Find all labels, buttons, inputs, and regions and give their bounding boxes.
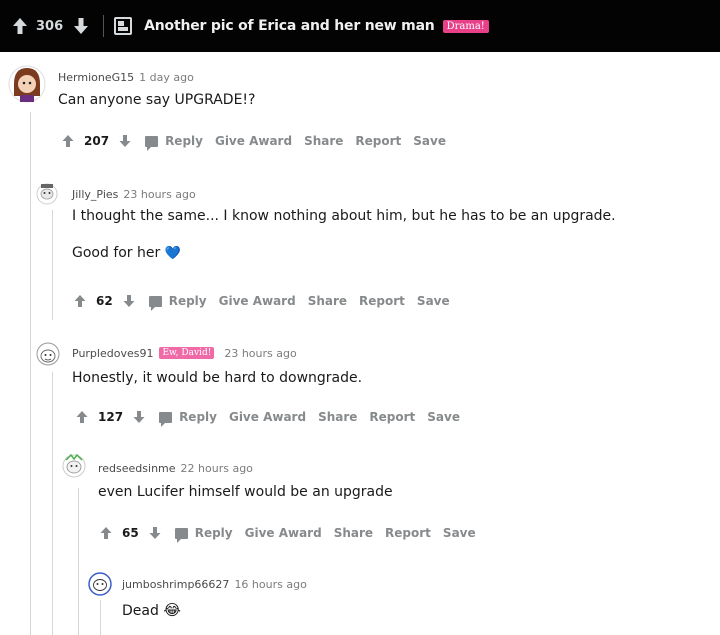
thread-line[interactable] bbox=[52, 372, 53, 635]
laughing-emoji: 😂 bbox=[163, 601, 181, 619]
upvote-icon[interactable] bbox=[74, 294, 86, 308]
thread-line[interactable] bbox=[30, 112, 31, 635]
divider bbox=[103, 15, 105, 37]
comment-icon bbox=[148, 295, 162, 311]
comment-actions: 65 Reply Give Award Share Report Save bbox=[100, 522, 476, 544]
save-button[interactable]: Save bbox=[427, 410, 460, 424]
image-post-icon bbox=[114, 17, 133, 35]
comment-body: I thought the same... I know nothing abo… bbox=[72, 208, 616, 224]
username[interactable]: redseedsinme bbox=[98, 462, 176, 475]
comment-icon bbox=[174, 527, 188, 543]
comment-actions: 207 Reply Give Award Share Report Save bbox=[62, 130, 446, 152]
downvote-icon[interactable] bbox=[73, 17, 89, 35]
thread-line[interactable] bbox=[52, 210, 53, 320]
downvote-icon[interactable] bbox=[123, 294, 135, 308]
upvote-icon[interactable] bbox=[100, 526, 112, 540]
give-award-button[interactable]: Give Award bbox=[229, 410, 306, 424]
blue-heart-emoji: 💙 bbox=[164, 245, 181, 261]
share-button[interactable]: Share bbox=[308, 294, 347, 308]
comment-body-line: Dead 😂 bbox=[122, 601, 307, 620]
reply-button[interactable]: Reply bbox=[145, 134, 203, 151]
save-button[interactable]: Save bbox=[413, 134, 446, 148]
comment: redseedsinme 22 hours ago even Lucifer h… bbox=[98, 457, 393, 501]
save-button[interactable]: Save bbox=[417, 294, 450, 308]
username[interactable]: Jilly_Pies bbox=[72, 188, 118, 201]
user-flair[interactable]: Ew, David! bbox=[159, 347, 215, 359]
comment-body: even Lucifer himself would be an upgrade bbox=[98, 484, 393, 500]
share-button[interactable]: Share bbox=[304, 134, 343, 148]
comment-icon bbox=[145, 135, 159, 151]
timestamp[interactable]: 22 hours ago bbox=[181, 462, 253, 475]
post-score: 306 bbox=[36, 18, 64, 34]
avatar[interactable] bbox=[8, 62, 46, 104]
post-vote-controls: 306 bbox=[12, 17, 89, 35]
downvote-icon[interactable] bbox=[133, 410, 145, 424]
comment-header: jumboshrimp66627 16 hours ago bbox=[122, 573, 307, 595]
report-button[interactable]: Report bbox=[385, 526, 431, 540]
report-button[interactable]: Report bbox=[359, 294, 405, 308]
avatar[interactable] bbox=[36, 342, 60, 366]
timestamp[interactable]: 16 hours ago bbox=[234, 578, 306, 591]
comment-body: Can anyone say UPGRADE!? bbox=[58, 92, 256, 108]
post-title[interactable]: Another pic of Erica and her new man bbox=[144, 18, 435, 34]
upvote-icon[interactable] bbox=[12, 17, 28, 35]
comment-body: Honestly, it would be hard to downgrade. bbox=[72, 370, 363, 386]
username[interactable]: jumboshrimp66627 bbox=[122, 578, 229, 591]
share-button[interactable]: Share bbox=[334, 526, 373, 540]
reply-label: Reply bbox=[168, 294, 207, 308]
give-award-button[interactable]: Give Award bbox=[219, 294, 296, 308]
reply-label: Reply bbox=[179, 410, 217, 424]
report-button[interactable]: Report bbox=[369, 410, 415, 424]
comment-header: Jilly_Pies 23 hours ago bbox=[72, 183, 616, 205]
comment: jumboshrimp66627 16 hours ago Dead 😂 bbox=[122, 573, 307, 620]
comment-header: Purpledoves91 Ew, David! 23 hours ago bbox=[72, 342, 362, 364]
downvote-icon[interactable] bbox=[119, 134, 131, 148]
avatar[interactable] bbox=[36, 181, 58, 205]
share-button[interactable]: Share bbox=[318, 410, 357, 424]
give-award-button[interactable]: Give Award bbox=[215, 134, 292, 148]
downvote-icon[interactable] bbox=[149, 526, 161, 540]
comment-score: 207 bbox=[84, 134, 110, 148]
avatar[interactable] bbox=[62, 452, 86, 478]
reply-label: Reply bbox=[194, 526, 233, 540]
comment-actions: 127 Reply Give Award Share Report Save bbox=[76, 406, 460, 428]
comment-icon bbox=[159, 411, 173, 427]
comment-actions: 62 Reply Give Award Share Report Save bbox=[74, 290, 450, 312]
timestamp[interactable]: 23 hours ago bbox=[224, 347, 296, 360]
post-header-bar: 306 Another pic of Erica and her new man… bbox=[0, 0, 720, 52]
upvote-icon[interactable] bbox=[62, 134, 74, 148]
comment-header: redseedsinme 22 hours ago bbox=[98, 457, 393, 479]
comment-text: Dead bbox=[122, 603, 159, 619]
timestamp[interactable]: 1 day ago bbox=[139, 71, 194, 84]
comment-text: Good for her bbox=[72, 244, 161, 261]
comment-score: 62 bbox=[96, 294, 113, 308]
avatar[interactable] bbox=[88, 572, 112, 596]
thread-line[interactable] bbox=[100, 600, 101, 635]
comment-score: 65 bbox=[122, 526, 139, 540]
reply-button[interactable]: Reply bbox=[159, 410, 217, 427]
reply-label: Reply bbox=[165, 134, 203, 148]
comment-header: HermioneG15 1 day ago bbox=[58, 66, 255, 88]
thread-line[interactable] bbox=[78, 488, 79, 635]
comment: Jilly_Pies 23 hours ago I thought the sa… bbox=[72, 183, 616, 262]
save-button[interactable]: Save bbox=[443, 526, 476, 540]
comment: Purpledoves91 Ew, David! 23 hours ago Ho… bbox=[72, 342, 362, 387]
reply-button[interactable]: Reply bbox=[174, 526, 233, 543]
username[interactable]: HermioneG15 bbox=[58, 71, 134, 84]
comment: HermioneG15 1 day ago Can anyone say UPG… bbox=[58, 66, 255, 109]
comment-body-line2: Good for her 💙 bbox=[72, 245, 616, 262]
username[interactable]: Purpledoves91 bbox=[72, 347, 153, 360]
timestamp[interactable]: 23 hours ago bbox=[123, 188, 195, 201]
report-button[interactable]: Report bbox=[355, 134, 401, 148]
post-flair[interactable]: Drama! bbox=[442, 19, 489, 33]
comment-score: 127 bbox=[98, 410, 124, 424]
upvote-icon[interactable] bbox=[76, 410, 88, 424]
give-award-button[interactable]: Give Award bbox=[245, 526, 322, 540]
reply-button[interactable]: Reply bbox=[148, 294, 207, 311]
